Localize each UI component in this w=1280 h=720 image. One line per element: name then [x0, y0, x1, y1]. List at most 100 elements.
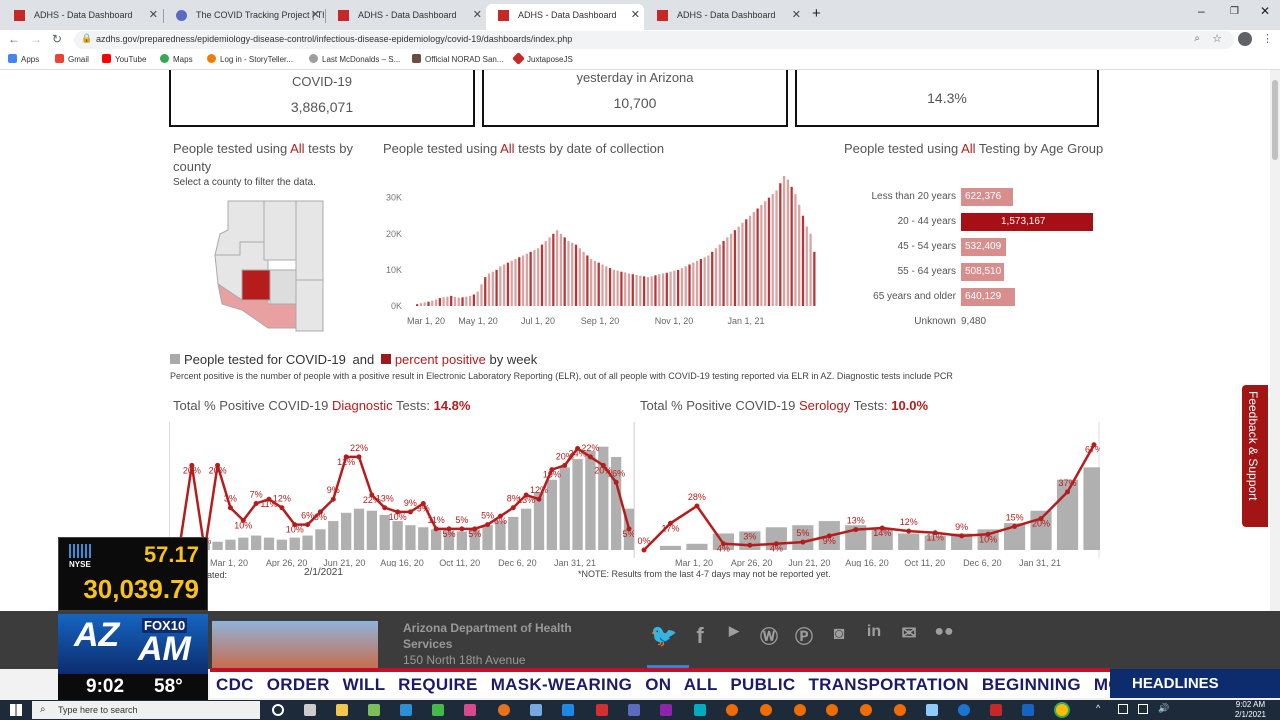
menu-icon[interactable]: ⋮: [1262, 32, 1273, 45]
cortana-icon[interactable]: [272, 704, 284, 716]
tested-bar[interactable]: [572, 459, 583, 550]
date-bar[interactable]: [703, 257, 706, 306]
date-bar[interactable]: [695, 260, 699, 306]
close-tab-icon[interactable]: ✕: [631, 4, 640, 26]
tested-bar[interactable]: [546, 479, 557, 550]
county-coconino[interactable]: [263, 200, 297, 261]
date-bar[interactable]: [748, 215, 752, 306]
tested-bar[interactable]: [238, 537, 249, 550]
taskbar-clock[interactable]: 9:02 AM 2/1/2021: [1235, 700, 1266, 720]
app-icon[interactable]: [660, 704, 672, 716]
bookmark-maps[interactable]: Maps: [160, 54, 193, 64]
date-bar[interactable]: [794, 194, 797, 306]
close-tab-icon[interactable]: ✕: [149, 4, 158, 26]
date-bar[interactable]: [669, 271, 672, 306]
date-bar[interactable]: [658, 274, 661, 306]
date-bar[interactable]: [661, 273, 665, 307]
date-bar[interactable]: [590, 259, 593, 306]
bookmark-gmail[interactable]: Gmail: [55, 54, 89, 64]
scrollbar-thumb[interactable]: [1272, 80, 1278, 160]
date-bar[interactable]: [745, 219, 748, 306]
date-bar[interactable]: [786, 179, 790, 306]
close-tab-icon[interactable]: ✕: [311, 4, 320, 26]
date-bar[interactable]: [434, 299, 438, 307]
date-bar[interactable]: [688, 264, 691, 306]
arizona-county-map[interactable]: [212, 200, 326, 332]
percent-positive-point[interactable]: [459, 526, 465, 532]
date-bar[interactable]: [779, 183, 782, 306]
date-bar[interactable]: [529, 251, 532, 306]
date-bar[interactable]: [431, 300, 434, 306]
date-bar[interactable]: [741, 222, 744, 306]
app-icon[interactable]: [860, 704, 872, 716]
date-bar[interactable]: [423, 302, 426, 306]
date-bar[interactable]: [461, 297, 464, 306]
facebook-icon[interactable]: f: [686, 623, 714, 651]
date-bar[interactable]: [620, 271, 623, 306]
app-icon[interactable]: [826, 704, 838, 716]
date-bar[interactable]: [480, 284, 483, 306]
date-bar[interactable]: [472, 294, 476, 306]
date-bar[interactable]: [760, 204, 763, 306]
date-bar[interactable]: [650, 276, 653, 306]
date-bar[interactable]: [525, 253, 528, 306]
app-icon[interactable]: [694, 704, 706, 716]
app-icon[interactable]: [530, 704, 542, 716]
date-bar[interactable]: [612, 269, 615, 306]
percent-positive-point[interactable]: [510, 505, 516, 511]
percent-positive-point[interactable]: [587, 454, 593, 460]
app-icon[interactable]: [726, 704, 738, 716]
app-icon[interactable]: [368, 704, 380, 716]
close-tab-icon[interactable]: ✕: [792, 4, 801, 26]
app-icon[interactable]: [562, 704, 574, 716]
date-bar[interactable]: [567, 241, 570, 306]
windows-start-icon[interactable]: [10, 704, 22, 716]
date-bar[interactable]: [771, 194, 774, 306]
forward-icon[interactable]: →: [30, 32, 42, 46]
tested-bar[interactable]: [521, 508, 532, 550]
new-tab-icon[interactable]: +: [812, 5, 821, 22]
date-bar[interactable]: [521, 255, 525, 306]
bookmark-norad[interactable]: Official NORAD San...: [412, 54, 504, 64]
county-gila-pinal[interactable]: [269, 269, 297, 305]
county-cochise-graham[interactable]: [295, 279, 324, 332]
feedback-support-button[interactable]: Feedback & Support: [1242, 385, 1268, 527]
percent-positive-point[interactable]: [433, 526, 439, 532]
date-bar[interactable]: [798, 204, 801, 306]
flickr-icon[interactable]: ●●: [930, 623, 958, 651]
app-icon[interactable]: [1022, 704, 1034, 716]
date-bar[interactable]: [718, 244, 721, 306]
percent-positive-point[interactable]: [407, 509, 413, 515]
bookmark-star-icon[interactable]: ☆: [1212, 32, 1222, 45]
pinterest-icon[interactable]: Ⓟ: [790, 623, 818, 651]
bookmark-mcdonalds[interactable]: Last McDonalds – S...: [309, 54, 400, 64]
tested-bar[interactable]: [366, 510, 377, 550]
date-bar[interactable]: [805, 226, 808, 306]
age-group-bar[interactable]: 640,129: [961, 288, 1015, 306]
tested-bar[interactable]: [251, 535, 262, 550]
date-bar[interactable]: [544, 241, 547, 306]
bookmark-juxtaposejs[interactable]: JuxtaposeJS: [512, 52, 573, 65]
date-bar[interactable]: [537, 248, 540, 306]
date-bar[interactable]: [767, 197, 771, 306]
date-bar[interactable]: [714, 248, 718, 306]
date-bar[interactable]: [809, 233, 812, 306]
percent-positive-point[interactable]: [253, 500, 259, 506]
date-bar[interactable]: [495, 269, 498, 306]
date-bar[interactable]: [427, 301, 430, 306]
date-bar[interactable]: [484, 277, 487, 306]
tested-bar[interactable]: [341, 512, 352, 550]
percent-positive-point[interactable]: [330, 496, 336, 502]
date-bar[interactable]: [506, 262, 510, 306]
tray-chevron-icon[interactable]: ^: [1096, 703, 1100, 713]
date-bar[interactable]: [586, 255, 589, 306]
percent-positive-point[interactable]: [305, 522, 311, 528]
profile-avatar[interactable]: [1238, 32, 1252, 46]
tested-bar[interactable]: [431, 529, 442, 550]
date-bar[interactable]: [438, 298, 441, 306]
back-icon[interactable]: ←: [8, 32, 20, 46]
page-scrollbar[interactable]: [1270, 70, 1280, 611]
age-group-bar[interactable]: 9,480: [961, 313, 1021, 331]
date-bar[interactable]: [782, 176, 786, 306]
date-bar[interactable]: [711, 251, 714, 306]
